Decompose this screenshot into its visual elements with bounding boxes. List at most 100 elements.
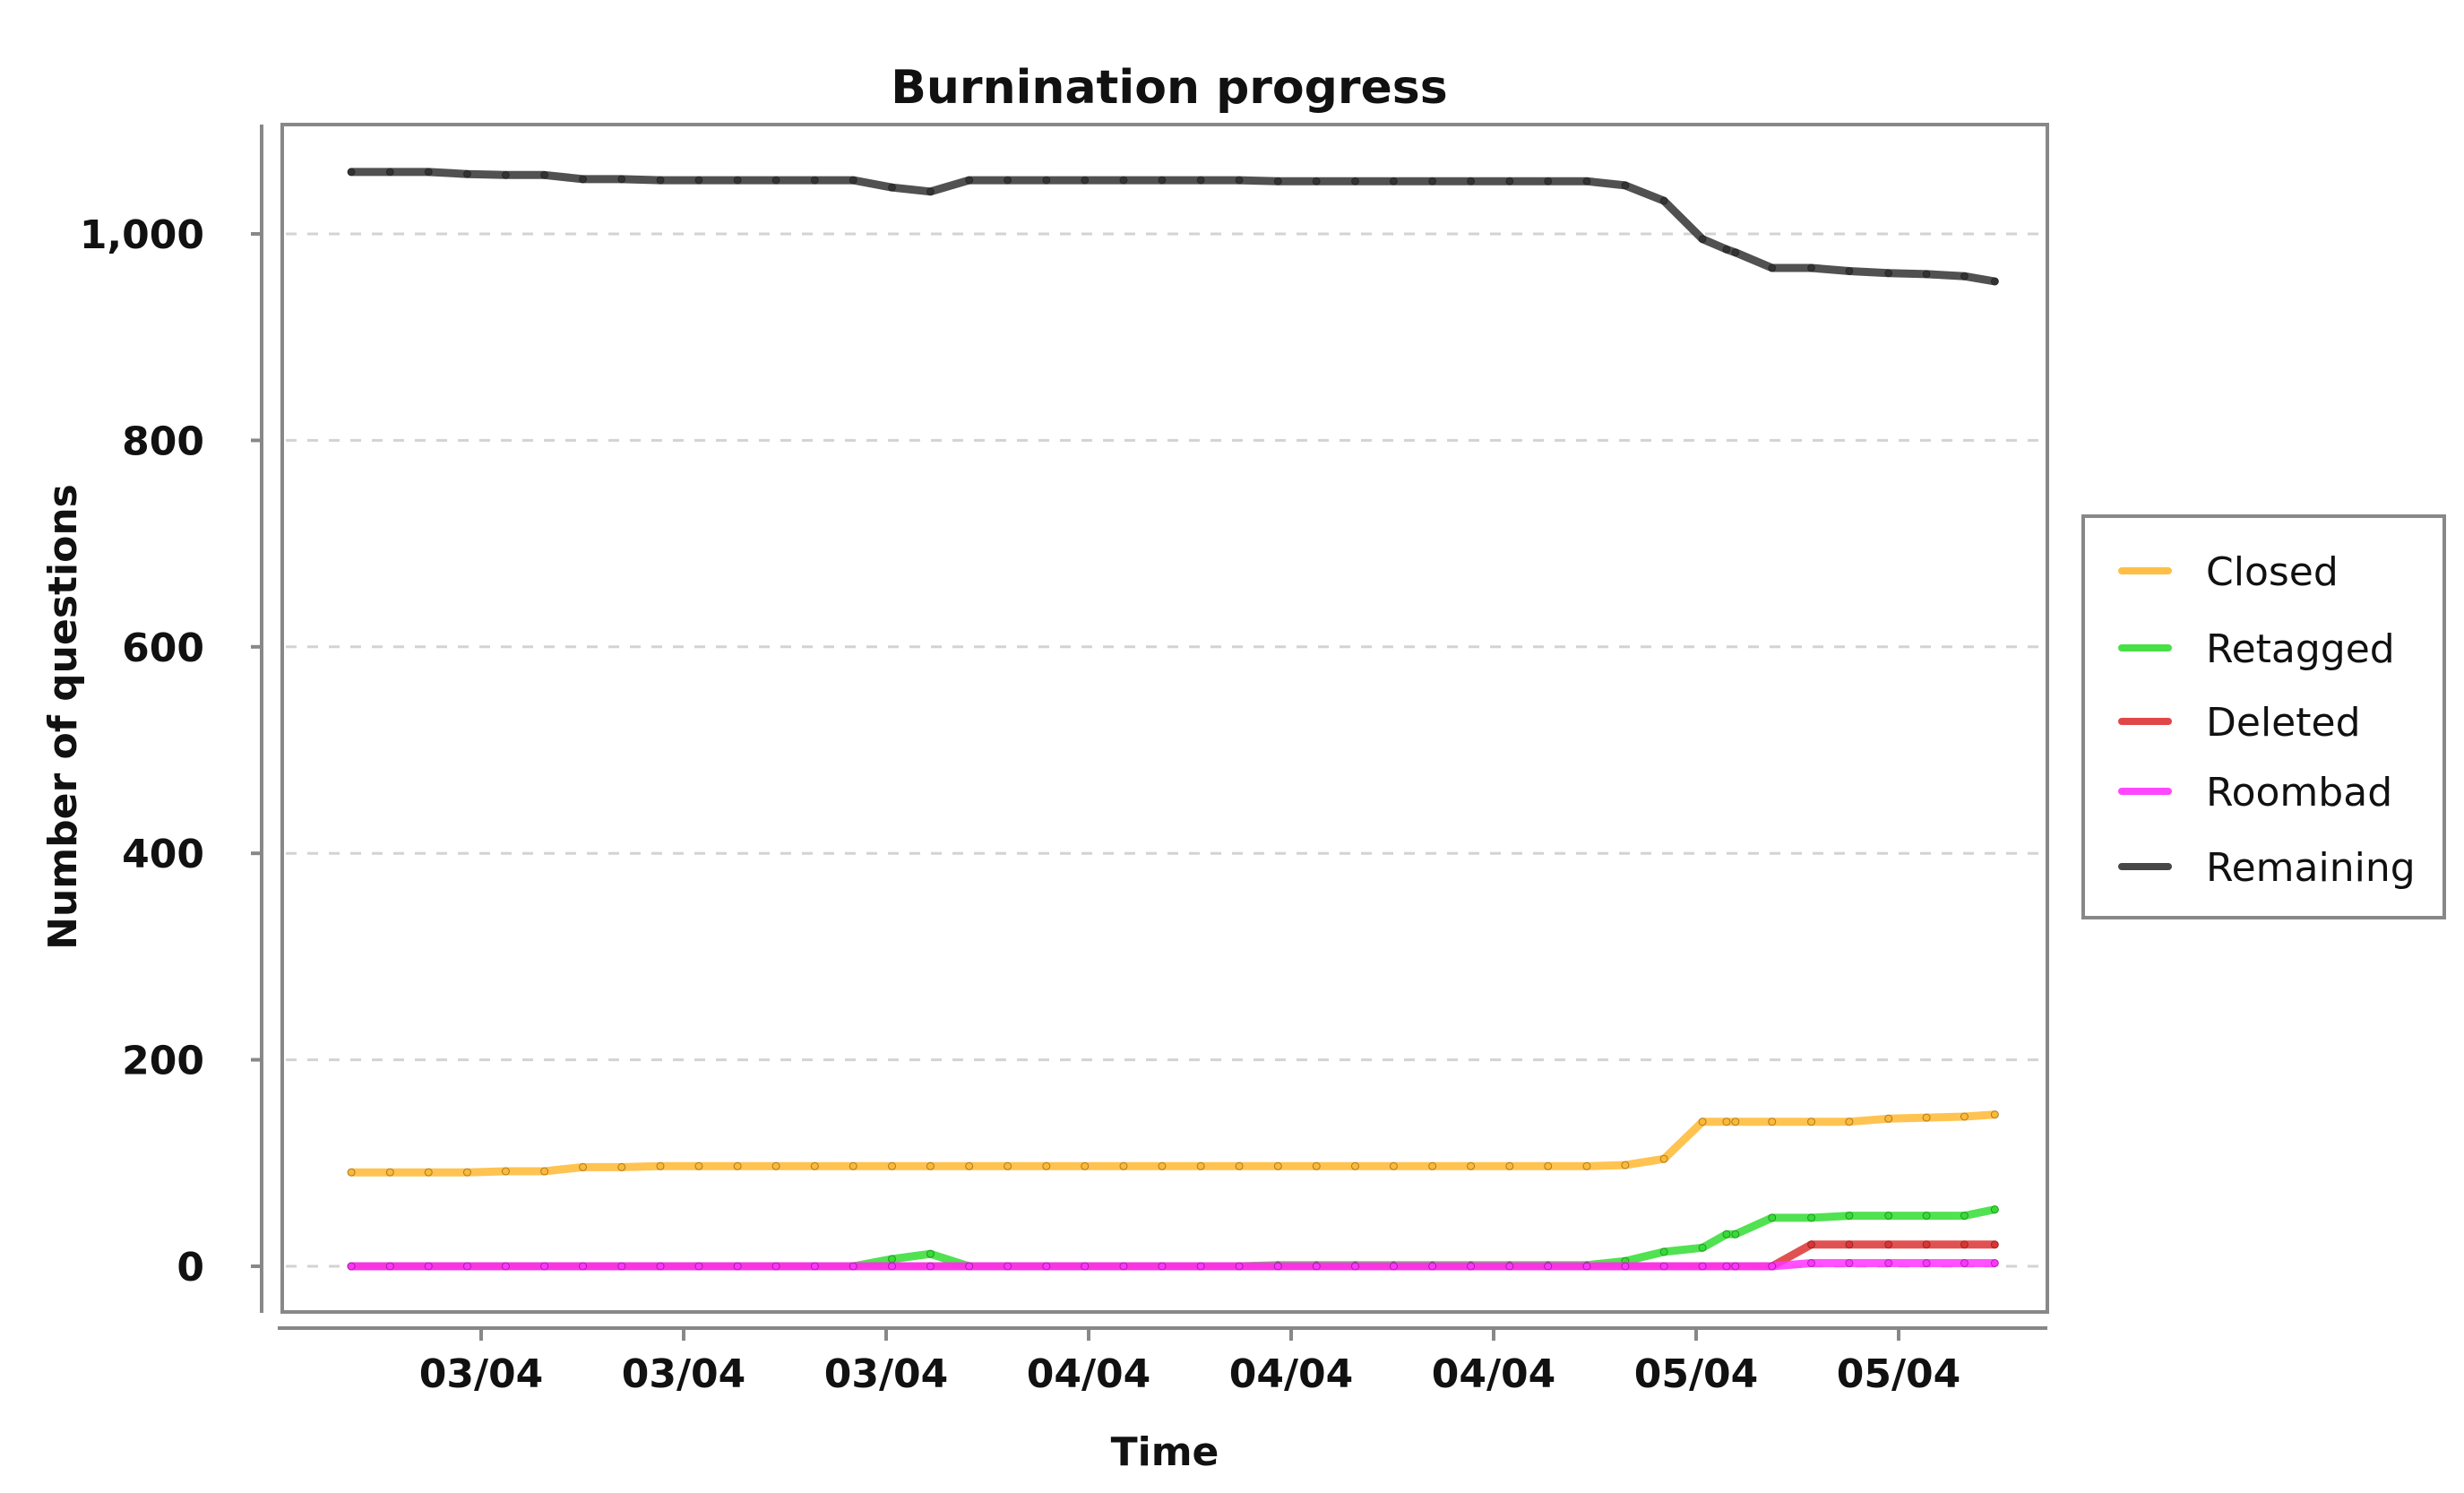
data-point-roombad xyxy=(1884,1259,1893,1268)
data-point-closed xyxy=(424,1168,433,1177)
data-point-closed xyxy=(385,1168,394,1177)
data-point-roombad xyxy=(1081,1262,1090,1271)
data-point-closed xyxy=(926,1161,935,1170)
data-point-closed xyxy=(1960,1112,1969,1121)
y-tick-label: 600 xyxy=(122,626,204,671)
data-point-roombad xyxy=(1807,1259,1816,1268)
data-point-roombad xyxy=(501,1262,510,1271)
data-point-remaining xyxy=(617,175,626,184)
legend-label: Roombad xyxy=(2206,770,2392,816)
data-point-roombad xyxy=(1731,1262,1740,1271)
x-tick-label: 03/04 xyxy=(419,1351,544,1397)
data-point-retagged xyxy=(1845,1212,1854,1221)
data-point-closed xyxy=(347,1168,356,1177)
legend-label: Remaining xyxy=(2206,845,2416,891)
legend-label: Closed xyxy=(2206,549,2339,595)
data-point-retagged xyxy=(1884,1212,1893,1221)
data-point-remaining xyxy=(1544,177,1553,186)
data-point-roombad xyxy=(887,1262,896,1271)
data-point-closed xyxy=(1428,1161,1437,1170)
data-point-deleted xyxy=(1960,1240,1969,1249)
data-point-retagged xyxy=(1768,1213,1777,1222)
data-point-retagged xyxy=(1698,1243,1707,1252)
data-point-remaining xyxy=(1428,177,1437,186)
series-line-retagged xyxy=(347,1205,1999,1271)
y-tick-label: 800 xyxy=(122,419,204,464)
data-point-closed xyxy=(810,1161,819,1170)
data-point-closed xyxy=(1119,1161,1128,1170)
x-tick-label: 05/04 xyxy=(1837,1351,1961,1397)
data-point-roombad xyxy=(1042,1262,1051,1271)
data-point-closed xyxy=(1158,1161,1167,1170)
data-point-roombad xyxy=(1196,1262,1205,1271)
data-point-closed xyxy=(579,1162,588,1171)
data-point-closed xyxy=(1350,1161,1359,1170)
data-point-closed xyxy=(965,1161,974,1170)
legend-label: Retagged xyxy=(2206,626,2395,672)
legend-label: Deleted xyxy=(2206,700,2361,746)
data-point-closed xyxy=(1081,1161,1090,1170)
series-retagged xyxy=(347,1205,1999,1271)
data-point-remaining xyxy=(462,169,471,178)
data-point-closed xyxy=(462,1168,471,1177)
data-point-remaining xyxy=(965,176,974,185)
y-tick-label: 1,000 xyxy=(80,212,204,258)
data-point-deleted xyxy=(1807,1240,1816,1249)
series-remaining xyxy=(347,168,1999,286)
data-point-closed xyxy=(656,1161,665,1170)
data-point-roombad xyxy=(1621,1262,1630,1271)
data-point-closed xyxy=(1722,1118,1731,1126)
series-line-remaining xyxy=(347,168,1999,286)
y-tick-label: 200 xyxy=(122,1039,204,1084)
data-point-roombad xyxy=(1350,1262,1359,1271)
data-point-closed xyxy=(1731,1118,1740,1126)
data-point-remaining xyxy=(1768,263,1777,272)
data-point-roombad xyxy=(462,1262,471,1271)
data-point-deleted xyxy=(1845,1240,1854,1249)
data-point-remaining xyxy=(694,176,703,185)
data-point-remaining xyxy=(1505,177,1514,186)
data-point-closed xyxy=(849,1161,857,1170)
data-point-closed xyxy=(771,1161,780,1170)
data-point-closed xyxy=(1273,1161,1282,1170)
data-point-closed xyxy=(1659,1154,1668,1163)
data-point-roombad xyxy=(617,1262,626,1271)
data-point-closed xyxy=(887,1161,896,1170)
data-point-roombad xyxy=(926,1262,935,1271)
data-point-roombad xyxy=(1990,1259,1999,1268)
data-point-closed xyxy=(1884,1114,1893,1123)
data-point-roombad xyxy=(1312,1262,1321,1271)
data-point-remaining xyxy=(1081,176,1090,185)
data-point-remaining xyxy=(1621,181,1630,190)
data-point-remaining xyxy=(771,176,780,185)
data-point-remaining xyxy=(656,176,665,185)
series-line-roombad xyxy=(347,1259,1999,1271)
data-point-roombad xyxy=(1467,1262,1476,1271)
data-point-deleted xyxy=(1990,1240,1999,1249)
data-point-closed xyxy=(1312,1161,1321,1170)
data-point-closed xyxy=(1768,1118,1777,1126)
data-point-roombad xyxy=(1389,1262,1398,1271)
x-tick-label: 04/04 xyxy=(1432,1351,1556,1397)
legend: Closed Retagged Deleted Roombad Remaining xyxy=(2081,514,2446,919)
data-point-remaining xyxy=(1158,176,1167,185)
series-roombad xyxy=(347,1259,1999,1271)
data-point-roombad xyxy=(579,1262,588,1271)
data-point-roombad xyxy=(1722,1262,1731,1271)
data-point-remaining xyxy=(1922,270,1931,279)
data-point-closed xyxy=(1698,1118,1707,1126)
data-point-closed xyxy=(1004,1161,1012,1170)
data-point-remaining xyxy=(810,176,819,185)
data-point-roombad xyxy=(540,1262,549,1271)
data-point-roombad xyxy=(694,1262,703,1271)
data-point-deleted xyxy=(1922,1240,1931,1249)
data-point-remaining xyxy=(1582,177,1591,186)
data-point-retagged xyxy=(1731,1230,1740,1238)
data-point-retagged xyxy=(926,1249,935,1258)
data-point-closed xyxy=(1042,1161,1051,1170)
data-point-roombad xyxy=(810,1262,819,1271)
data-point-roombad xyxy=(1505,1262,1514,1271)
data-point-remaining xyxy=(540,170,549,179)
data-point-closed xyxy=(1582,1161,1591,1170)
data-point-remaining xyxy=(733,176,742,185)
